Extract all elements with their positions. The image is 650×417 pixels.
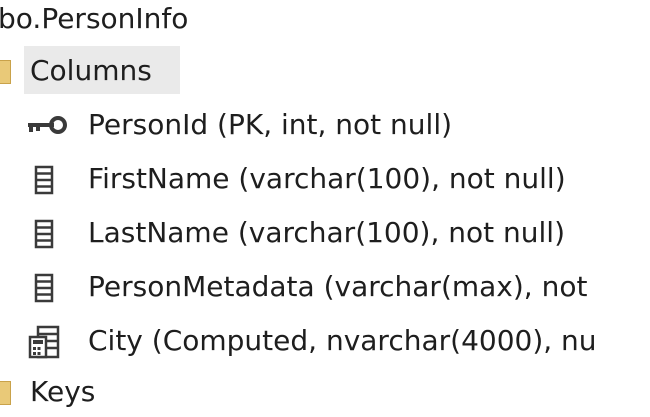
computed-column-icon [28,325,60,359]
tree-node-column[interactable]: City (Computed, nvarchar(4000), nu [0,316,650,366]
column-label: PersonMetadata (varchar(max), not [88,270,588,303]
column-icon [34,273,54,303]
primary-key-icon [28,116,67,134]
tree-node-column[interactable]: PersonMetadata (varchar(max), not [0,262,650,312]
tree-node-table[interactable]: bo.PersonInfo [0,0,650,44]
tree-node-keys-folder[interactable]: Keys [0,367,650,417]
column-label: LastName (varchar(100), not null) [88,216,566,249]
column-label: FirstName (varchar(100), not null) [88,162,566,195]
column-icon [34,219,54,249]
keys-folder-label: Keys [30,375,96,408]
tree-node-column[interactable]: PersonId (PK, int, not null) [0,100,650,150]
columns-folder-label: Columns [30,54,152,87]
object-explorer-tree: bo.PersonInfo Columns PersonId (PK, int,… [0,0,650,408]
tree-node-columns-folder[interactable]: Columns [0,46,650,96]
column-label: PersonId (PK, int, not null) [88,108,453,141]
folder-icon [0,381,11,405]
tree-node-column[interactable]: FirstName (varchar(100), not null) [0,154,650,204]
column-label: City (Computed, nvarchar(4000), nu [88,324,597,357]
tree-node-column[interactable]: LastName (varchar(100), not null) [0,208,650,258]
table-node-label: bo.PersonInfo [0,2,189,35]
folder-icon [0,60,11,84]
column-icon [34,165,54,195]
